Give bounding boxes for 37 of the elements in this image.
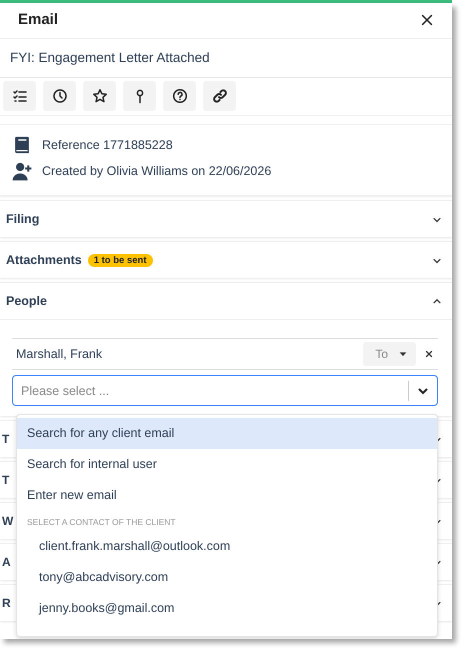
status-badge: 1 to be sent (88, 254, 153, 266)
contact-select-field[interactable]: Please select ... (12, 375, 438, 406)
menu-option[interactable]: Search for internal user (17, 449, 437, 480)
recipient-name: Marshall, Frank (16, 347, 102, 361)
clock-icon (52, 88, 68, 104)
info-text: Created by Olivia Williams on 22/06/2026 (42, 164, 272, 178)
section-title[interactable]: People (6, 294, 47, 308)
section-title[interactable]: T (2, 432, 10, 446)
close-icon[interactable] (420, 12, 434, 26)
checklist-icon (12, 88, 28, 104)
panel-title: Email (18, 11, 58, 28)
contact-option[interactable]: tony@abcadvisory.com (17, 562, 437, 593)
star-button[interactable] (83, 81, 116, 111)
user-add-icon (12, 161, 32, 181)
link-icon (212, 88, 228, 104)
menu-option[interactable]: Search for any client email (17, 418, 437, 449)
section-title[interactable]: R (2, 596, 11, 610)
section-title[interactable]: Attachments (6, 253, 82, 267)
remove-icon[interactable] (424, 349, 434, 359)
contact-option[interactable]: jenny.books@gmail.com (17, 593, 437, 624)
email-subject: FYI: Engagement Letter Attached (0, 39, 452, 78)
menu-option[interactable]: Enter new email (17, 480, 437, 511)
help-icon (172, 88, 188, 104)
pin-button[interactable] (123, 81, 156, 111)
link-button[interactable] (203, 81, 236, 111)
help-button[interactable] (163, 81, 196, 111)
section-title[interactable]: W (2, 514, 14, 528)
star-icon (92, 88, 108, 104)
section-title[interactable]: A (2, 555, 11, 569)
book-icon (12, 135, 32, 155)
checklist-button[interactable] (3, 81, 36, 111)
contact-option[interactable]: client.frank.marshall@outlook.com (17, 531, 437, 562)
clock-button[interactable] (43, 81, 76, 111)
section-title[interactable]: T (2, 473, 10, 487)
group-label: SELECT A CONTACT OF THE CLIENT (26, 516, 177, 529)
section-title[interactable]: Filing (6, 212, 40, 226)
info-text: Reference 1771885228 (42, 138, 173, 152)
